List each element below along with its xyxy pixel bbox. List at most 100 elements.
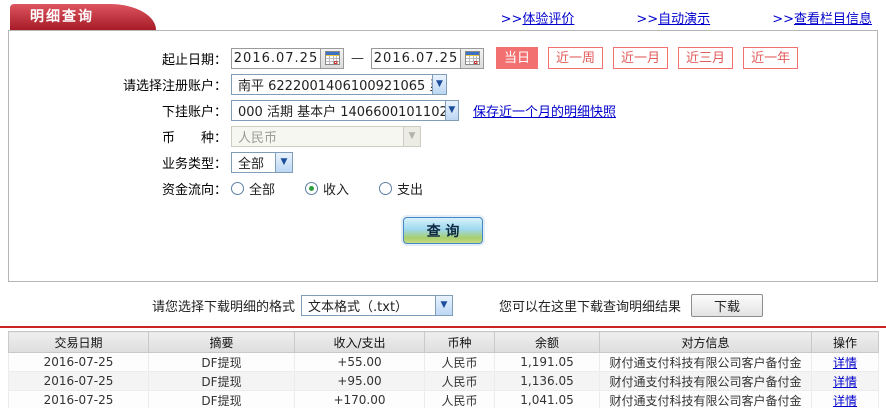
calendar-icon (464, 51, 480, 65)
download-hint: 您可以在这里下载查询明细结果 (499, 299, 682, 315)
cell-summary: DF提现 (148, 390, 295, 408)
table-row: 2016-07-25 DF提现 +55.00 人民币 1,191.05 财付通支… (8, 352, 879, 372)
detail-link[interactable]: 详情 (833, 356, 857, 370)
chevron-down-icon: ▼ (435, 295, 453, 315)
sub-account-select[interactable]: 000 活期 基本户 1406600101102571848 ▼ (231, 99, 459, 121)
fund-flow-radio-group: 全部 收入 支出 (231, 179, 453, 198)
link-column-info[interactable]: >>查看栏目信息 (772, 8, 872, 27)
link-prefix: >> (636, 12, 659, 27)
fund-flow-option-label: 收入 (323, 182, 350, 198)
sub-account-value: 000 活期 基本户 1406600101102571848 (238, 104, 445, 120)
chevron-down-icon: ▼ (275, 152, 292, 172)
link-label: 体验评价 (522, 12, 575, 27)
cell-amount: +55.00 (294, 352, 425, 372)
query-button-row: 查 询 (9, 217, 877, 244)
cell-counterparty: 财付通支付科技有限公司客户备付金 (599, 352, 812, 372)
col-header-counterparty: 对方信息 (599, 331, 812, 353)
cell-currency: 人民币 (424, 390, 495, 408)
cell-date: 2016-07-25 (8, 390, 149, 408)
fund-flow-row: 资金流向： 全部 收入 支出 (9, 175, 877, 201)
link-prefix: >> (772, 12, 794, 27)
link-label: 查看栏目信息 (793, 12, 872, 27)
chevron-down-icon: ▼ (444, 100, 458, 120)
fund-flow-label: 资金流向： (161, 182, 227, 198)
chevron-down-icon: ▼ (431, 74, 446, 94)
table-row: 2016-07-25 DF提现 +95.00 人民币 1,136.05 财付通支… (8, 371, 879, 391)
cell-counterparty: 财付通支付科技有限公司客户备付金 (599, 371, 812, 391)
download-row: 请您选择下载明细的格式 文本格式（.txt） ▼ 您可以在这里下载查询明细结果 … (0, 292, 886, 318)
download-button[interactable]: 下载 (691, 293, 764, 317)
fund-flow-radio-all[interactable] (231, 181, 244, 195)
detail-link[interactable]: 详情 (833, 375, 857, 389)
fund-flow-option-label: 支出 (397, 182, 424, 198)
cell-counterparty: 财付通支付科技有限公司客户备付金 (599, 390, 812, 408)
quick-range-year-button[interactable]: 近一年 (743, 47, 799, 69)
cell-balance: 1,191.05 (494, 352, 600, 372)
date-range-row: 起止日期： 2016.07.25 — 2016.07.25 当日 近一周 近一月… (9, 45, 877, 71)
download-format-label: 请您选择下载明细的格式 (152, 299, 296, 315)
business-type-value: 全部 (238, 156, 265, 172)
fund-flow-radio-expense[interactable] (379, 181, 393, 195)
calendar-icon (324, 51, 340, 65)
download-format-select[interactable]: 文本格式（.txt） ▼ (301, 294, 454, 316)
top-links: >>体验评价 >>自动演示 >>查看栏目信息 (439, 8, 872, 27)
business-type-label: 业务类型： (161, 156, 227, 172)
cell-balance: 1,041.05 (494, 390, 600, 408)
cell-amount: +95.00 (294, 371, 425, 391)
quick-range-today-button[interactable]: 当日 (496, 47, 539, 69)
register-account-row: 请选择注册账户： 南平 6222001406100921065 灵通卡 ▼ (9, 71, 877, 97)
cell-summary: DF提现 (148, 352, 295, 372)
col-header-summary: 摘要 (148, 331, 295, 353)
cell-balance: 1,136.05 (494, 371, 600, 391)
business-type-select[interactable]: 全部 ▼ (231, 151, 293, 173)
col-header-action: 操作 (811, 331, 879, 353)
cell-currency: 人民币 (424, 371, 495, 391)
cell-date: 2016-07-25 (8, 352, 149, 372)
cell-amount: +170.00 (294, 390, 425, 408)
date-range-separator: — (351, 50, 364, 66)
page-title: 明细查询 (30, 9, 94, 25)
quick-range-week-button[interactable]: 近一周 (548, 47, 604, 69)
col-header-amount: 收入/支出 (294, 331, 425, 353)
currency-row: 币 种： 人民币 ▼ (9, 123, 877, 149)
sub-account-row: 下挂账户： 000 活期 基本户 1406600101102571848 ▼ 保… (9, 97, 877, 123)
detail-link[interactable]: 详情 (833, 394, 857, 408)
sub-account-label: 下挂账户： (161, 104, 227, 120)
link-auto-demo[interactable]: >>自动演示 (636, 8, 710, 27)
date-to-input[interactable]: 2016.07.25 (372, 51, 460, 66)
col-header-currency: 币种 (424, 331, 495, 353)
fund-flow-option-label: 全部 (249, 182, 276, 198)
query-form-panel: 起止日期： 2016.07.25 — 2016.07.25 当日 近一周 近一月… (8, 30, 878, 282)
cell-date: 2016-07-25 (8, 371, 149, 391)
quick-range-month-button[interactable]: 近一月 (613, 47, 669, 69)
red-divider (0, 326, 886, 328)
currency-label: 币 种： (161, 130, 227, 146)
link-experience-review[interactable]: >>体验评价 (501, 8, 575, 27)
register-account-select[interactable]: 南平 6222001406100921065 灵通卡 ▼ (231, 73, 447, 95)
chevron-down-icon: ▼ (403, 126, 420, 146)
cell-summary: DF提现 (148, 371, 295, 391)
col-header-date: 交易日期 (8, 331, 149, 353)
date-from-field: 2016.07.25 (231, 47, 344, 69)
col-header-balance: 余额 (494, 331, 600, 353)
link-label: 自动演示 (658, 12, 711, 27)
query-button[interactable]: 查 询 (403, 217, 483, 244)
register-account-label: 请选择注册账户： (122, 78, 227, 94)
fund-flow-radio-income[interactable] (305, 181, 319, 195)
date-to-field: 2016.07.25 (371, 47, 484, 69)
date-from-input[interactable]: 2016.07.25 (232, 51, 320, 66)
business-type-row: 业务类型： 全部 ▼ (9, 149, 877, 175)
link-prefix: >> (500, 12, 523, 27)
save-snapshot-link[interactable]: 保存近一个月的明细快照 (473, 101, 616, 120)
result-table: 交易日期 摘要 收入/支出 币种 余额 对方信息 操作 2016-07-25 D… (8, 331, 879, 408)
currency-value: 人民币 (238, 130, 278, 146)
result-table-header: 交易日期 摘要 收入/支出 币种 余额 对方信息 操作 (8, 331, 879, 353)
top-bar: 明细查询 >>体验评价 >>自动演示 >>查看栏目信息 (0, 0, 886, 30)
date-to-calendar-button[interactable] (460, 48, 483, 68)
cell-currency: 人民币 (424, 352, 495, 372)
date-range-label: 起止日期： (161, 52, 227, 68)
quick-range-quarter-button[interactable]: 近三月 (678, 47, 734, 69)
date-from-calendar-button[interactable] (320, 48, 343, 68)
table-row: 2016-07-25 DF提现 +170.00 人民币 1,041.05 财付通… (8, 390, 879, 408)
currency-select: 人民币 ▼ (231, 125, 421, 147)
